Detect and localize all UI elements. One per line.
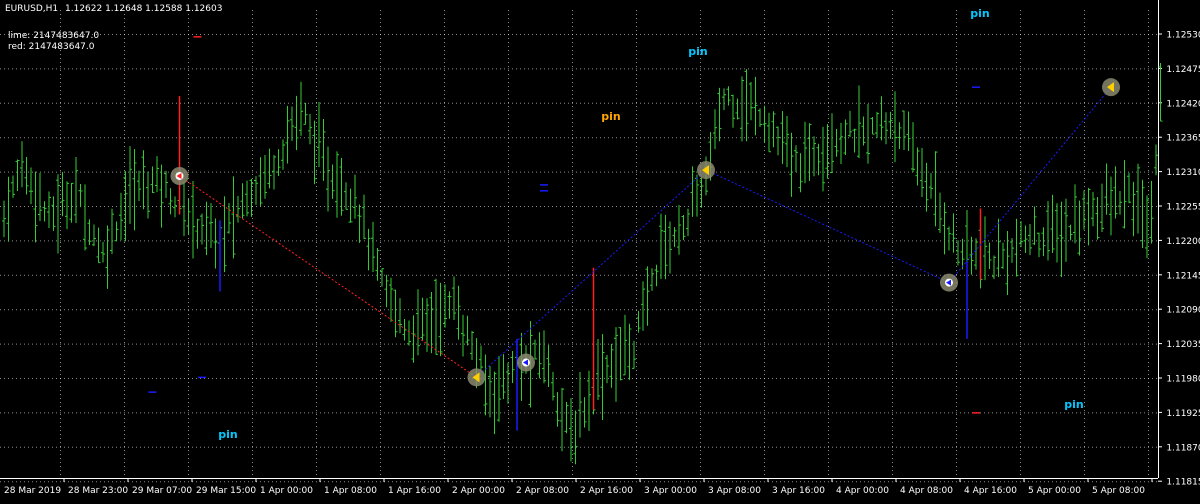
chart-area[interactable]: 1.12530 1.12475 1.12420 1.12365 1.12310 1.122… xyxy=(0,0,1200,500)
pin-label: pin xyxy=(970,7,989,20)
time-axis-label: 1 Apr 08:00 xyxy=(324,486,377,496)
price-axis-label: 1.11925 xyxy=(1166,409,1200,419)
pin-label: pin xyxy=(1064,398,1083,411)
time-axis-label: 1 Apr 16:00 xyxy=(388,486,441,496)
price-axis-label: 1.11870 xyxy=(1166,443,1200,453)
time-axis-label: 4 Apr 08:00 xyxy=(900,486,953,496)
price-axis-label: 1.12310 xyxy=(1166,168,1200,178)
symbol-info: EURUSD,H1 1.12622 1.12648 1.12588 1.1260… xyxy=(5,4,222,14)
price-axis-label: 1.12255 xyxy=(1166,203,1200,213)
time-axis-label: 2 Apr 16:00 xyxy=(580,486,633,496)
time-axis-label: 29 Mar 15:00 xyxy=(196,486,256,496)
price-axis-label: 1.12365 xyxy=(1166,134,1200,144)
time-axis-label: 5 Apr 00:00 xyxy=(1028,486,1081,496)
pin-label: pin xyxy=(688,45,707,58)
price-axis-label: 1.12090 xyxy=(1166,306,1200,316)
time-axis-label: 1 Apr 00:00 xyxy=(260,486,313,496)
price-axis-label: 1.11815 xyxy=(1166,478,1200,488)
price-axis-label: 1.12530 xyxy=(1166,31,1200,41)
price-axis-label: 1.11980 xyxy=(1166,375,1200,385)
price-axis-label: 1.12145 xyxy=(1166,271,1200,281)
time-axis-label: 28 Mar 2019 xyxy=(4,486,61,496)
price-chart[interactable]: 1.12530 1.12475 1.12420 1.12365 1.12310 1.122… xyxy=(0,0,1200,500)
price-axis-label: 1.12420 xyxy=(1166,99,1200,109)
time-axis-label: 2 Apr 08:00 xyxy=(516,486,569,496)
time-axis-label: 3 Apr 08:00 xyxy=(708,486,761,496)
time-axis-label: 29 Mar 07:00 xyxy=(132,486,192,496)
time-axis-label: 5 Apr 08:00 xyxy=(1092,486,1145,496)
indicator-line-lime: lime: 2147483647.0 xyxy=(8,31,100,41)
price-axis-label: 1.12035 xyxy=(1166,340,1200,350)
time-axis-label: 4 Apr 16:00 xyxy=(964,486,1017,496)
time-axis-label: 4 Apr 00:00 xyxy=(836,486,889,496)
price-axis-label: 1.12200 xyxy=(1166,237,1200,247)
price-axis-label: 1.12475 xyxy=(1166,65,1200,75)
time-axis-label: 28 Mar 23:00 xyxy=(68,486,128,496)
time-axis-label: 3 Apr 16:00 xyxy=(772,486,825,496)
symbol-label: EURUSD,H1 xyxy=(5,4,59,14)
quote-values: 1.12622 1.12648 1.12588 1.12603 xyxy=(65,4,223,14)
indicator-line-red: red: 2147483647.0 xyxy=(8,42,95,52)
pin-label: pin xyxy=(218,428,237,441)
time-axis-label: 2 Apr 00:00 xyxy=(452,486,505,496)
pin-label: pin xyxy=(601,110,620,123)
time-axis-label: 3 Apr 00:00 xyxy=(644,486,697,496)
